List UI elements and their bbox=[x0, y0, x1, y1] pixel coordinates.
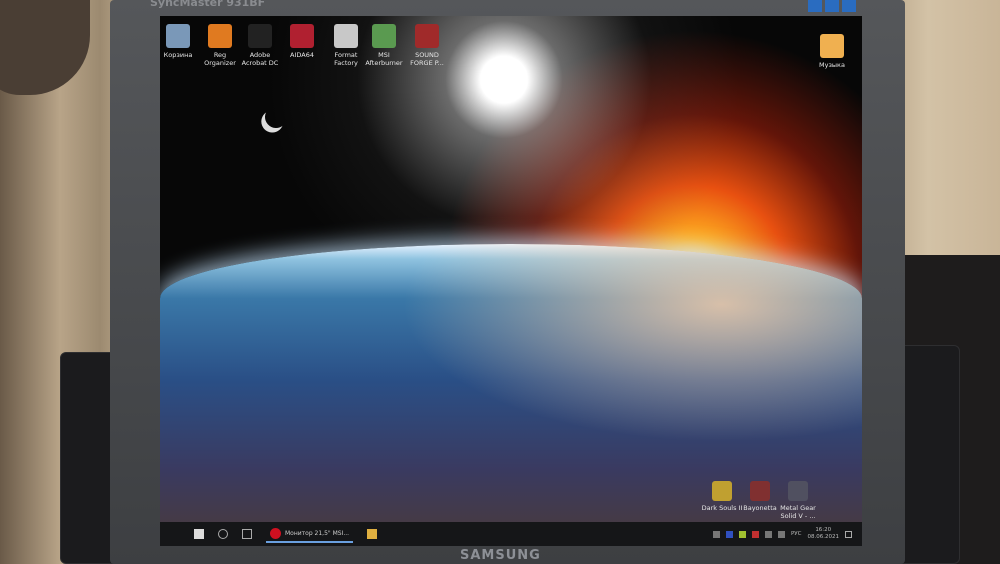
network-icon[interactable] bbox=[777, 530, 785, 538]
volume-icon[interactable] bbox=[764, 530, 772, 538]
start-icon[interactable] bbox=[194, 529, 204, 539]
taskbar-opera-window[interactable]: Монитор 21,5" MSI... bbox=[266, 526, 354, 543]
hat bbox=[0, 0, 90, 95]
desktop-icon[interactable]: Музыка bbox=[810, 34, 854, 69]
desktop-icon[interactable]: Adobe Acrobat DC bbox=[238, 24, 282, 67]
sticker-badges bbox=[808, 0, 856, 12]
system-tray: РУС 16:20 08.06.2021 bbox=[712, 527, 852, 541]
desktop-icon[interactable]: Корзина bbox=[160, 24, 200, 59]
format-factory-icon bbox=[334, 24, 358, 48]
notifications-icon[interactable] bbox=[845, 530, 852, 538]
desktop-icon[interactable]: Reg Organizer bbox=[198, 24, 242, 67]
clock[interactable]: 16:20 08.06.2021 bbox=[808, 527, 840, 541]
task-view-icon[interactable] bbox=[242, 529, 252, 539]
monitor-brand: SAMSUNG bbox=[460, 548, 541, 563]
acrobat-icon bbox=[248, 24, 272, 48]
bayonetta-icon bbox=[750, 481, 770, 501]
language-indicator[interactable]: РУС bbox=[791, 531, 802, 538]
aida64-icon bbox=[290, 24, 314, 48]
folder-music-icon bbox=[820, 34, 844, 58]
dark-souls-icon bbox=[712, 481, 732, 501]
tray-icon[interactable] bbox=[751, 530, 759, 538]
desktop-screen: Корзина Reg Organizer Adobe Acrobat DC AIDA… bbox=[160, 16, 862, 546]
sound-forge-icon bbox=[415, 24, 439, 48]
tray-icon[interactable] bbox=[725, 530, 733, 538]
msi-afterburner-icon bbox=[372, 24, 396, 48]
desktop-icon[interactable]: MSI Afterburner bbox=[362, 24, 406, 67]
desktop-icon[interactable]: Metal Gear Solid V - ... bbox=[776, 481, 820, 520]
tray-icon[interactable] bbox=[712, 530, 720, 538]
desktop-icon[interactable]: AIDA64 bbox=[280, 24, 324, 59]
opera-icon bbox=[270, 527, 281, 539]
desktop-icon[interactable]: SOUND FORGE P... bbox=[405, 24, 449, 67]
mgs-icon bbox=[788, 481, 808, 501]
taskbar: Монитор 21,5" MSI... РУС 16:20 08.06.2021 bbox=[160, 522, 862, 546]
file-explorer-icon[interactable] bbox=[367, 529, 378, 539]
tray-icon[interactable] bbox=[738, 530, 746, 538]
search-icon[interactable] bbox=[218, 529, 228, 539]
reg-organizer-icon bbox=[208, 24, 232, 48]
monitor-model: SyncMaster 931BF bbox=[150, 0, 266, 9]
recycle-bin-icon bbox=[166, 24, 190, 48]
